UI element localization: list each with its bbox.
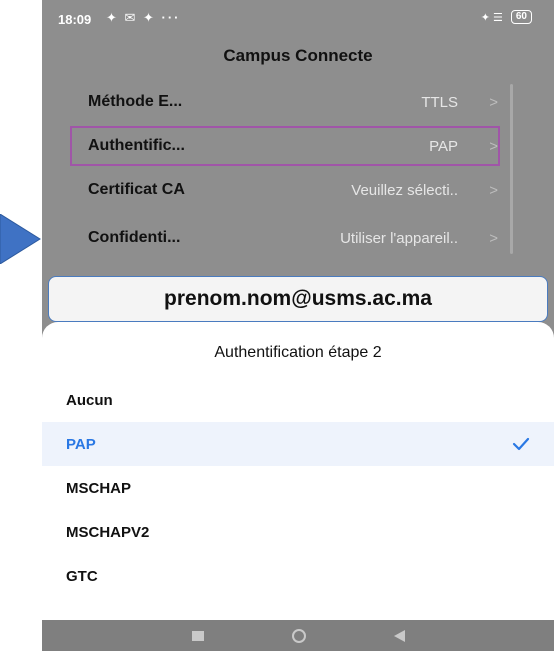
option-mschapv2[interactable]: MSCHAPV2 <box>42 510 554 554</box>
setting-value: TTLS <box>421 93 458 111</box>
chevron-right-icon: > <box>489 181 498 199</box>
option-label: GTC <box>66 567 98 585</box>
phone-screen: 18:09 ✦ ✉ ✦ ··· ✦ ☰ 60 Campus Connecte M… <box>42 0 554 651</box>
option-mschap[interactable]: MSCHAP <box>42 466 554 510</box>
option-pap[interactable]: PAP <box>42 422 554 466</box>
check-icon <box>512 437 530 451</box>
chevron-right-icon: > <box>489 93 498 111</box>
signal-icon: ✦ ☰ <box>480 11 503 24</box>
highlight-box <box>70 126 500 166</box>
network-title: Campus Connecte <box>223 46 373 65</box>
option-label: PAP <box>66 435 96 453</box>
option-label: MSCHAP <box>66 479 132 497</box>
pointer-arrow-icon <box>0 214 41 264</box>
setting-ca-certificate[interactable]: Certificat CA Veuillez sélecti.. > <box>70 170 510 210</box>
recent-apps-icon[interactable] <box>191 630 204 641</box>
home-icon[interactable] <box>291 628 306 643</box>
setting-privacy[interactable]: Confidenti... Utiliser l'appareil.. > <box>70 218 510 258</box>
option-gtc[interactable]: GTC <box>42 554 554 598</box>
option-label: Aucun <box>66 391 113 409</box>
status-bar: 18:09 ✦ ✉ ✦ ··· ✦ ☰ 60 <box>42 0 554 40</box>
scrollbar[interactable] <box>510 84 513 254</box>
bottom-sheet: Authentification étape 2 Aucun PAP MSCHA… <box>42 322 554 620</box>
option-aucun[interactable]: Aucun <box>42 378 554 422</box>
back-icon[interactable] <box>393 629 405 642</box>
email-annotation: prenom.nom@usms.ac.ma <box>48 276 548 322</box>
status-right-icons: ✦ ☰ 60 <box>481 10 532 24</box>
setting-value: Veuillez sélecti.. <box>351 181 458 199</box>
notification-icons: ✦ ✉ ✦ ··· <box>106 10 181 25</box>
setting-eap-method[interactable]: Méthode E... TTLS > <box>70 82 510 122</box>
navigation-bar <box>42 620 554 651</box>
chevron-right-icon: > <box>489 229 498 247</box>
battery-icon: 60 <box>510 10 532 24</box>
setting-label: Méthode E... <box>88 93 183 110</box>
sheet-title: Authentification étape 2 <box>214 344 382 361</box>
status-time: 18:09 <box>58 12 92 27</box>
setting-label: Certificat CA <box>88 181 185 198</box>
setting-label: Confidenti... <box>88 229 181 246</box>
setting-value: Utiliser l'appareil.. <box>340 229 458 247</box>
option-label: MSCHAPV2 <box>66 523 150 541</box>
